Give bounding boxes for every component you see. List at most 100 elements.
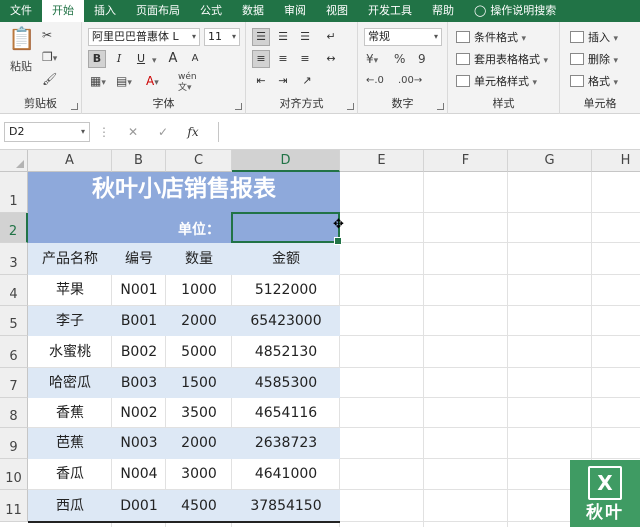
table-cell[interactable]: 4654116	[232, 398, 340, 428]
cancel-entry-icon[interactable]: ✕	[118, 122, 148, 142]
table-cell[interactable]: 李子	[28, 306, 112, 336]
tab-page-layout[interactable]: 页面布局	[126, 0, 190, 22]
table-cell[interactable]: 3500	[166, 398, 232, 428]
wrap-text-button[interactable]: ↵	[322, 28, 340, 46]
paste-icon[interactable]: 📋	[8, 28, 35, 52]
confirm-entry-icon[interactable]: ✓	[148, 122, 178, 142]
table-cell[interactable]: 香蕉	[28, 398, 112, 428]
row-header-7[interactable]: 7	[0, 368, 28, 398]
clipboard-launcher[interactable]	[71, 103, 78, 110]
grow-font-button[interactable]: A	[164, 50, 182, 68]
cell-styles-button[interactable]: 单元格样式 ▾	[456, 74, 537, 91]
table-header-cell[interactable]: 产品名称	[28, 243, 112, 275]
table-cell[interactable]: 1000	[166, 275, 232, 306]
name-box[interactable]: D2 ▾	[4, 122, 90, 142]
insert-function-icon[interactable]: fx	[178, 122, 208, 142]
orientation-button[interactable]: ↗	[298, 72, 316, 90]
table-cell[interactable]: N004	[112, 459, 166, 490]
align-top-button[interactable]: ☰	[252, 28, 270, 46]
increase-decimal-icon[interactable]: ←.0	[366, 74, 384, 88]
row-header-4[interactable]: 4	[0, 275, 28, 306]
insert-cells-button[interactable]: 插入 ▾	[570, 30, 618, 47]
table-cell[interactable]: 65423000	[232, 306, 340, 336]
table-cell[interactable]: 5000	[166, 336, 232, 368]
table-cell[interactable]: 4852130	[232, 336, 340, 368]
copy-icon[interactable]: ❐▾	[42, 50, 57, 66]
formula-input[interactable]	[218, 122, 640, 142]
format-cells-button[interactable]: 格式 ▾	[570, 74, 618, 91]
fill-color-icon[interactable]: ▤▾	[116, 74, 132, 90]
column-header-h[interactable]: H	[592, 150, 640, 172]
font-launcher[interactable]	[235, 103, 242, 110]
column-header-g[interactable]: G	[508, 150, 592, 172]
table-header-cell[interactable]: 数量	[166, 243, 232, 275]
percent-icon[interactable]: %	[394, 52, 405, 66]
align-left-button[interactable]: ≡	[252, 50, 270, 68]
tab-formulas[interactable]: 公式	[190, 0, 232, 22]
decrease-indent-button[interactable]: ⇤	[252, 72, 270, 90]
shrink-font-button[interactable]: A	[186, 50, 204, 68]
table-cell[interactable]: N002	[112, 398, 166, 428]
align-middle-button[interactable]: ☰	[274, 28, 292, 46]
table-header-cell[interactable]: 编号	[112, 243, 166, 275]
table-cell[interactable]: 苹果	[28, 275, 112, 306]
delete-cells-button[interactable]: 删除 ▾	[570, 52, 618, 69]
table-cell[interactable]: D001	[112, 490, 166, 522]
report-title[interactable]: 秋叶小店销售报表	[28, 172, 340, 213]
decrease-decimal-icon[interactable]: .00→	[398, 74, 422, 88]
font-name-box[interactable]: 阿里巴巴普惠体 L ▾	[88, 28, 200, 46]
currency-icon[interactable]: ¥▾	[366, 52, 378, 68]
align-center-button[interactable]: ≡	[274, 50, 292, 68]
row-header-6[interactable]: 6	[0, 336, 28, 368]
tab-insert[interactable]: 插入	[84, 0, 126, 22]
table-cell[interactable]: 2638723	[232, 428, 340, 459]
table-cell[interactable]: 芭蕉	[28, 428, 112, 459]
cut-icon[interactable]: ✂	[42, 28, 52, 42]
underline-button[interactable]: U	[132, 50, 150, 68]
font-color-icon[interactable]: A▾	[146, 74, 159, 90]
merge-center-button[interactable]: ↔	[322, 50, 340, 68]
worksheet-grid[interactable]: A B C D E F G H 1 2 3 4 5 6 7 8 9 10 11 秋叶小店销售报表 单位： 产品名称 编号 数量…	[0, 150, 640, 527]
row-header-3[interactable]: 3	[0, 243, 28, 275]
tab-home[interactable]: 开始	[42, 0, 84, 22]
phonetic-icon[interactable]: wén 文▾	[178, 72, 197, 94]
alignment-launcher[interactable]	[347, 103, 354, 110]
tab-help[interactable]: 帮助	[422, 0, 464, 22]
row-header-11[interactable]: 11	[0, 490, 28, 522]
table-cell[interactable]: B001	[112, 306, 166, 336]
column-header-e[interactable]: E	[340, 150, 424, 172]
table-cell[interactable]: 4641000	[232, 459, 340, 490]
table-cell[interactable]: 5122000	[232, 275, 340, 306]
table-cell[interactable]: 4500	[166, 490, 232, 522]
tab-file[interactable]: 文件	[0, 0, 42, 22]
row-header-10[interactable]: 10	[0, 459, 28, 490]
increase-indent-button[interactable]: ⇥	[274, 72, 292, 90]
table-header-cell[interactable]: 金额	[232, 243, 340, 275]
number-launcher[interactable]	[437, 103, 444, 110]
align-right-button[interactable]: ≡	[296, 50, 314, 68]
table-cell[interactable]: 水蜜桃	[28, 336, 112, 368]
column-header-b[interactable]: B	[112, 150, 166, 172]
conditional-format-button[interactable]: 条件格式 ▾	[456, 30, 526, 47]
row-header-9[interactable]: 9	[0, 428, 28, 459]
table-cell[interactable]: 2000	[166, 306, 232, 336]
table-cell[interactable]: B003	[112, 368, 166, 398]
table-cell[interactable]: 西瓜	[28, 490, 112, 522]
tab-data[interactable]: 数据	[232, 0, 274, 22]
border-icon[interactable]: ▦▾	[90, 74, 106, 90]
align-bottom-button[interactable]: ☰	[296, 28, 314, 46]
tell-me-search[interactable]: ◯ 操作说明搜索	[464, 0, 566, 22]
table-cell[interactable]: N001	[112, 275, 166, 306]
tab-view[interactable]: 视图	[316, 0, 358, 22]
column-header-c[interactable]: C	[166, 150, 232, 172]
table-cell[interactable]: 香瓜	[28, 459, 112, 490]
table-cell[interactable]: 1500	[166, 368, 232, 398]
tab-developer[interactable]: 开发工具	[358, 0, 422, 22]
paste-button[interactable]: 粘贴	[10, 60, 32, 74]
format-as-table-button[interactable]: 套用表格格式 ▾	[456, 52, 548, 69]
bold-button[interactable]: B	[88, 50, 106, 68]
row-header-8[interactable]: 8	[0, 398, 28, 428]
number-format-box[interactable]: 常规 ▾	[364, 28, 442, 46]
row-header-2[interactable]: 2	[0, 213, 28, 243]
format-painter-icon[interactable]: 🖌	[42, 72, 57, 86]
